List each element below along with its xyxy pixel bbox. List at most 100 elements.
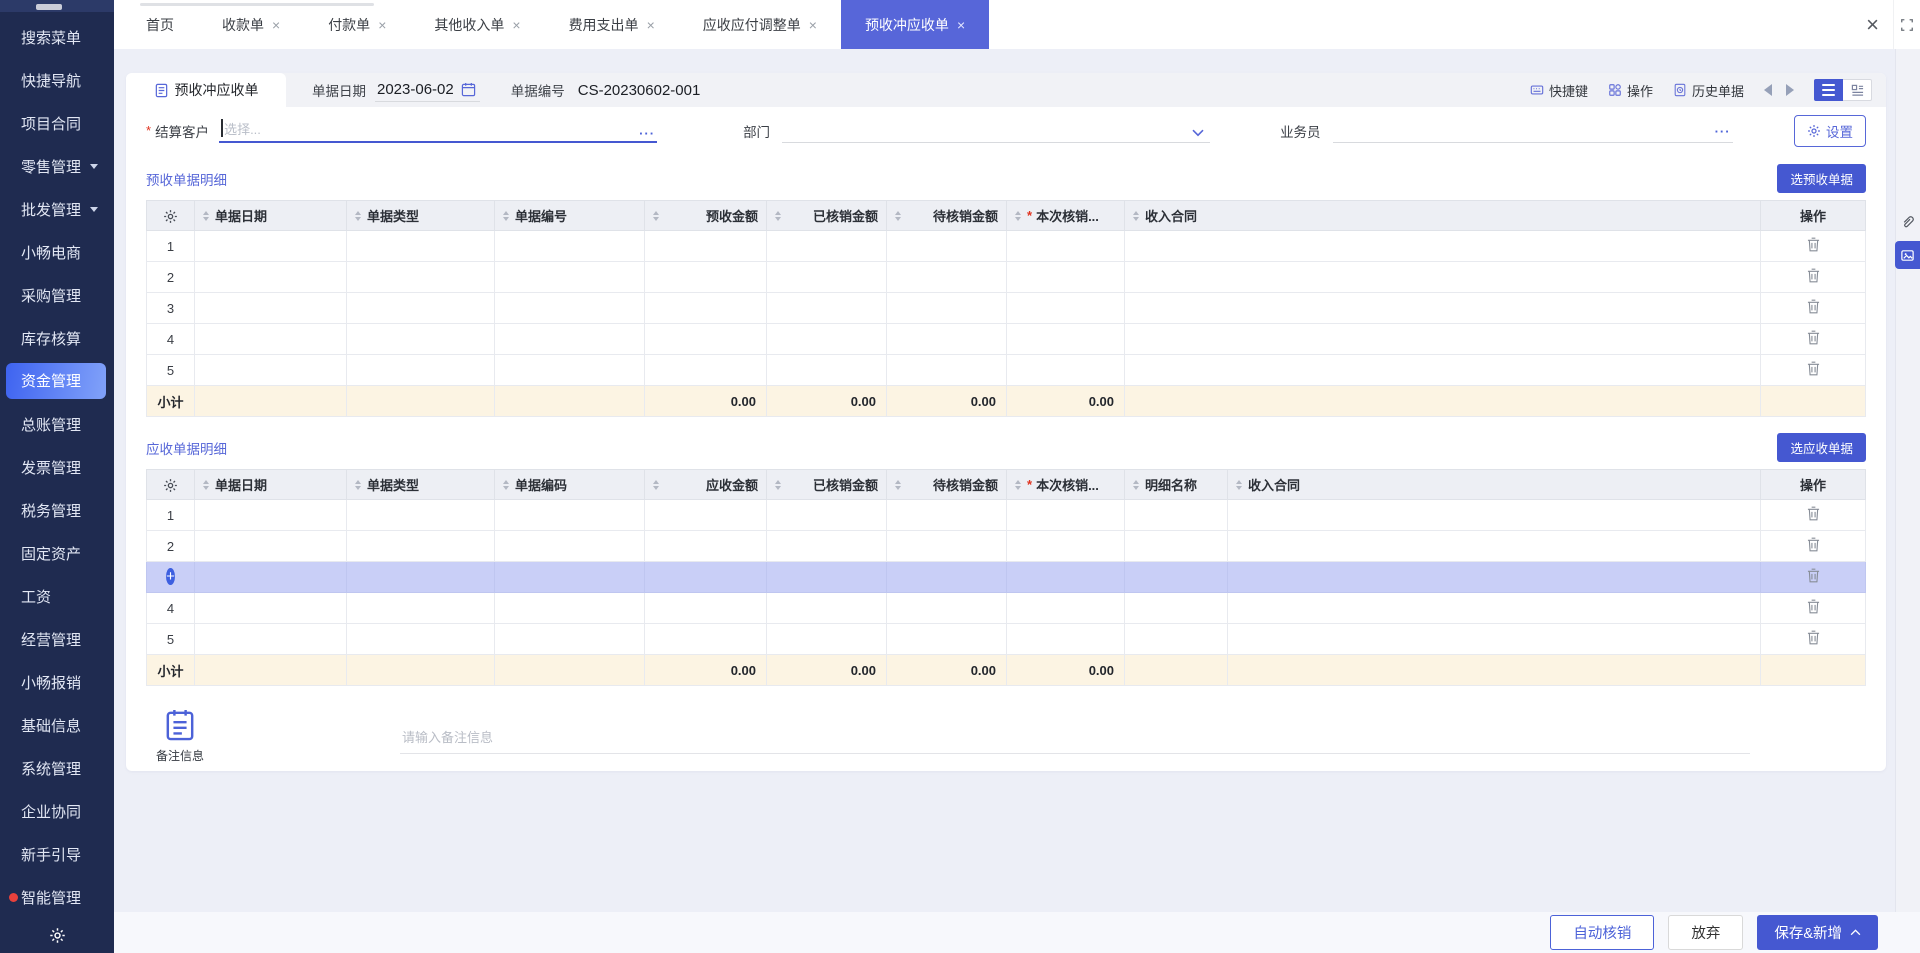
grid-cell[interactable]	[1124, 499, 1228, 531]
sidebar-item-beginner-guide[interactable]: 新手引导	[0, 833, 114, 876]
grid-cell[interactable]	[346, 354, 495, 386]
select-receivable-docs-button[interactable]: 选应收单据	[1777, 433, 1866, 462]
tab-expense-doc[interactable]: 费用支出单 ×	[545, 0, 679, 49]
grid-cell[interactable]	[1227, 561, 1761, 593]
sidebar-item-operations[interactable]: 经营管理	[0, 618, 114, 661]
trash-icon[interactable]	[1807, 630, 1820, 645]
grid-cell[interactable]	[886, 354, 1007, 386]
sidebar-item-retail[interactable]: 零售管理	[0, 145, 114, 188]
settlement-customer-input[interactable]	[219, 118, 658, 143]
sort-icon[interactable]	[1133, 479, 1139, 490]
close-icon[interactable]: ×	[1852, 12, 1893, 38]
grid-cell[interactable]	[494, 623, 645, 655]
remark-input[interactable]	[400, 726, 1751, 754]
grid-cell[interactable]	[1124, 323, 1761, 355]
sidebar-item-inventory[interactable]: 库存核算	[0, 317, 114, 360]
sort-icon[interactable]	[1133, 210, 1139, 221]
sidebar-item-ecommerce[interactable]: 小畅电商	[0, 231, 114, 274]
close-icon[interactable]: ×	[272, 18, 280, 32]
grid-cell[interactable]	[766, 623, 887, 655]
grid-cell[interactable]	[194, 623, 347, 655]
operations-button[interactable]: 操作	[1608, 81, 1653, 100]
save-and-new-button[interactable]: 保存&新增	[1757, 915, 1878, 950]
prepaid-section-title[interactable]: 预收单据明细	[146, 169, 227, 189]
trash-icon[interactable]	[1807, 237, 1820, 252]
card-view-button[interactable]	[1843, 79, 1872, 101]
grid-cell[interactable]	[194, 561, 347, 593]
grid-cell[interactable]	[886, 592, 1007, 624]
grid-cell[interactable]	[194, 592, 347, 624]
form-tab-prepaid-offset[interactable]: 预收冲应收单	[126, 73, 286, 107]
grid-cell[interactable]	[1124, 292, 1761, 324]
grid-cell[interactable]	[346, 323, 495, 355]
grid-cell[interactable]	[886, 292, 1007, 324]
grid-cell[interactable]	[1006, 261, 1125, 293]
grid-cell[interactable]	[194, 499, 347, 531]
trash-icon[interactable]	[1807, 299, 1820, 314]
grid-cell[interactable]	[1227, 592, 1761, 624]
grid-cell[interactable]	[1006, 530, 1125, 562]
prev-doc-arrow[interactable]	[1764, 84, 1772, 96]
add-row-icon[interactable]: +	[166, 568, 175, 585]
more-icon[interactable]: ···	[1715, 125, 1731, 138]
grid-cell[interactable]	[644, 292, 767, 324]
grid-cell[interactable]	[494, 530, 645, 562]
grid-cell[interactable]	[886, 623, 1007, 655]
tab-other-income-doc[interactable]: 其他收入单 ×	[410, 0, 544, 49]
grid-cell[interactable]	[644, 323, 767, 355]
grid-cell[interactable]	[644, 530, 767, 562]
sidebar-item-smart-mgmt[interactable]: 智能管理	[0, 876, 114, 919]
grid-cell[interactable]	[1006, 292, 1125, 324]
list-view-button[interactable]	[1814, 79, 1843, 101]
tab-payment-doc[interactable]: 付款单 ×	[304, 0, 410, 49]
grid-cell[interactable]	[346, 230, 495, 262]
attachment-paperclip-icon[interactable]	[1900, 214, 1916, 235]
grid-cell[interactable]	[766, 261, 887, 293]
grid-cell[interactable]	[766, 499, 887, 531]
tab-prepaid-offset-doc[interactable]: 预收冲应收单 ×	[840, 0, 990, 49]
fullscreen-icon[interactable]	[1893, 0, 1920, 49]
grid-cell[interactable]	[1124, 623, 1228, 655]
trash-icon[interactable]	[1807, 537, 1820, 552]
discard-button[interactable]: 放弃	[1668, 915, 1744, 950]
grid-cell[interactable]	[1124, 354, 1761, 386]
grid-cell[interactable]	[766, 354, 887, 386]
grid-cell[interactable]	[1006, 354, 1125, 386]
close-icon[interactable]: ×	[378, 18, 386, 32]
grid-cell[interactable]	[766, 323, 887, 355]
grid-cell[interactable]	[886, 530, 1007, 562]
grid-cell[interactable]	[194, 323, 347, 355]
grid-cell[interactable]	[644, 230, 767, 262]
grid-cell[interactable]	[766, 292, 887, 324]
trash-icon[interactable]	[1807, 568, 1820, 583]
grid-cell[interactable]	[1124, 561, 1228, 593]
grid-cell[interactable]	[766, 230, 887, 262]
history-docs-button[interactable]: 历史单据	[1673, 81, 1744, 100]
grid-cell[interactable]	[1006, 230, 1125, 262]
grid-cell[interactable]	[766, 592, 887, 624]
sort-icon[interactable]	[895, 210, 901, 221]
grid-cell[interactable]	[644, 561, 767, 593]
sort-icon[interactable]	[203, 479, 209, 490]
sidebar-item-project-contract[interactable]: 项目合同	[0, 102, 114, 145]
grid-cell[interactable]	[1124, 230, 1761, 262]
doc-date-field[interactable]: 2023-06-02	[375, 79, 480, 102]
sidebar-item-quick-nav[interactable]: 快捷导航	[0, 59, 114, 102]
grid-cell[interactable]	[494, 230, 645, 262]
grid-cell[interactable]	[346, 592, 495, 624]
column-settings-gear-icon[interactable]	[163, 209, 178, 224]
sidebar-item-base-info[interactable]: 基础信息	[0, 704, 114, 747]
grid-cell[interactable]	[644, 499, 767, 531]
column-settings-gear-icon[interactable]	[163, 478, 178, 493]
trash-icon[interactable]	[1807, 330, 1820, 345]
sidebar-item-fixed-assets[interactable]: 固定资产	[0, 532, 114, 575]
sidebar-item-invoice[interactable]: 发票管理	[0, 446, 114, 489]
grid-cell[interactable]	[1124, 530, 1228, 562]
grid-cell[interactable]	[494, 592, 645, 624]
sidebar-item-search-menu[interactable]: 搜索菜单	[0, 16, 114, 59]
sort-icon[interactable]	[1236, 479, 1242, 490]
grid-cell[interactable]	[194, 261, 347, 293]
close-icon[interactable]: ×	[647, 18, 655, 32]
sort-icon[interactable]	[1015, 210, 1021, 221]
sidebar-item-purchasing[interactable]: 采购管理	[0, 274, 114, 317]
